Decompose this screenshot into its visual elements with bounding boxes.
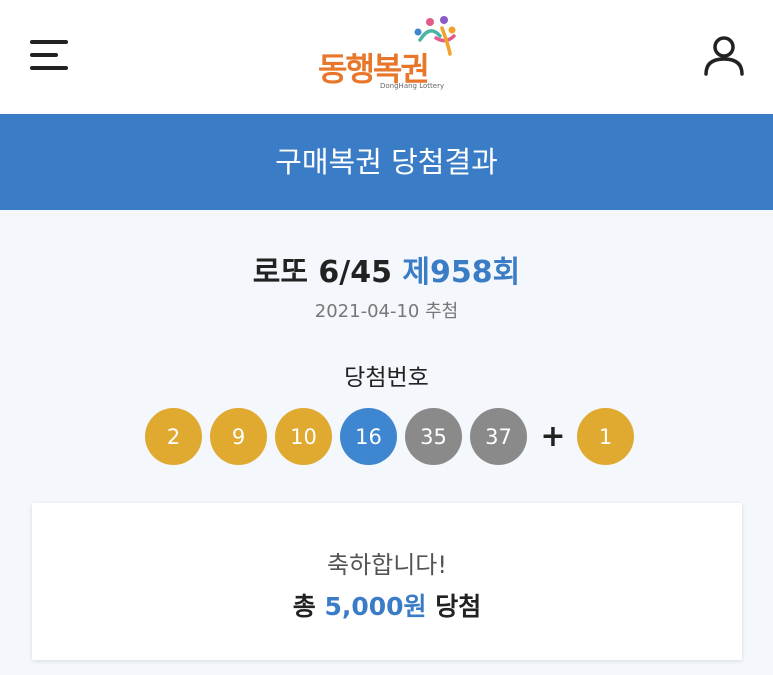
draw-date: 2021-04-10 추첨: [314, 301, 459, 322]
prize-summary: 총 5,000원 당첨: [32, 587, 742, 623]
draw-round: 제958회: [402, 255, 521, 290]
logo-subtext: DongHang Lottery: [380, 82, 445, 90]
winning-numbers-label: 당첨번호: [344, 365, 429, 391]
plus-sign: +: [540, 419, 566, 454]
prize-suffix: 당첨: [435, 592, 482, 621]
congrats-message: 축하합니다!: [326, 551, 448, 579]
page-banner: 구매복권 당첨결과: [0, 114, 773, 210]
number-ball: 35: [405, 408, 462, 465]
top-bar: 동행복권 DongHang Lottery: [0, 0, 773, 114]
donghang-lottery-logo[interactable]: 동행복권 DongHang Lottery: [314, 14, 464, 94]
number-ball: 10: [275, 408, 332, 465]
number-ball: 37: [470, 408, 527, 465]
user-icon[interactable]: [701, 32, 747, 78]
number-ball: 2: [145, 408, 202, 465]
number-ball: 16: [340, 408, 397, 465]
result-card: 축하합니다! 총 5,000원 당첨: [32, 503, 742, 660]
number-ball: 9: [210, 408, 267, 465]
game-name: 로또 6/45: [252, 255, 392, 290]
draw-title: 로또 6/45 제958회: [0, 247, 773, 291]
page-title: 구매복권 당첨결과: [275, 145, 498, 179]
hamburger-menu-icon[interactable]: [30, 38, 70, 72]
winning-numbers: 2 9 10 16 35 37 + 1: [145, 408, 642, 465]
prize-prefix: 총: [292, 592, 316, 621]
bonus-ball: 1: [577, 408, 634, 465]
prize-amount: 5,000원: [324, 592, 427, 621]
